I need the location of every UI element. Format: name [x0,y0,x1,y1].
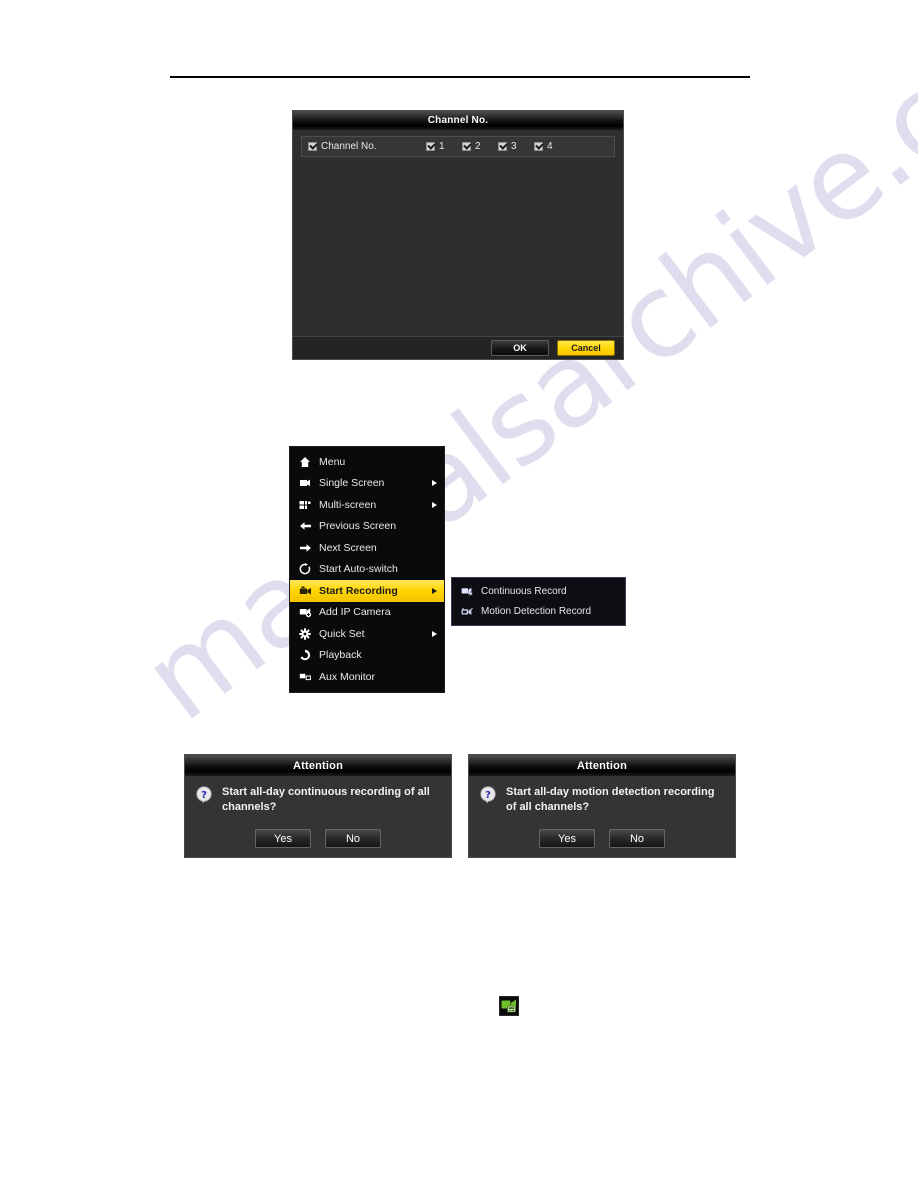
attention-buttons: Yes No [469,829,735,848]
attention-body: ? Start all-day motion detection recordi… [469,776,735,815]
attention-message: Start all-day continuous recording of al… [222,786,430,813]
attention-dialog-motion: Attention ? Start all-day motion detecti… [468,754,736,858]
submenu-item-label: Motion Detection Record [481,606,592,618]
menu-item-label: Previous Screen [319,520,397,533]
channel-label-1: 1 [439,140,445,152]
yes-button[interactable]: Yes [255,829,311,848]
home-icon [298,455,312,469]
menu-item-label: Single Screen [319,477,385,490]
checkbox-icon-3[interactable] [498,142,507,151]
channel-label-4: 4 [547,140,553,152]
submenu-item-continuous-record[interactable]: Continuous Record [452,581,625,602]
menu-item-add-ip-camera[interactable]: Add IP Camera [290,602,444,624]
attention-message: Start all-day motion detection recording… [506,786,715,813]
channel-checkbox-item-3[interactable]: 3 [498,140,534,152]
refresh-icon [298,562,312,576]
menu-item-label: Start Recording [319,584,398,597]
submenu-item-motion-detection-record[interactable]: Motion Detection Record [452,602,625,623]
menu-item-next-screen[interactable]: Next Screen [290,537,444,559]
channel-checkbox-item-4[interactable]: 4 [534,140,570,152]
channel-all-checkbox-item[interactable]: Channel No. [308,140,426,152]
channel-all-label: Channel No. [321,140,377,152]
multi-screen-icon [298,498,312,512]
menu-item-label: Quick Set [319,627,365,640]
menu-item-label: Aux Monitor [319,670,376,683]
menu-item-start-recording[interactable]: Start Recording [290,580,444,602]
arrow-right-icon [298,541,312,555]
menu-item-start-auto-switch[interactable]: Start Auto-switch [290,559,444,581]
channel-checkbox-item-1[interactable]: 1 [426,140,462,152]
channel-label-2: 2 [475,140,481,152]
gear-icon [298,627,312,641]
submenu-item-label: Continuous Record [481,585,567,597]
question-icon: ? [195,786,214,805]
camcorder-icon [298,584,312,598]
attention-buttons: Yes No [185,829,451,848]
ok-button[interactable]: OK [491,340,549,356]
no-button[interactable]: No [609,829,665,848]
attention-title: Attention [469,755,735,776]
playback-icon [298,648,312,662]
menu-item-label: Next Screen [319,541,377,554]
checkbox-icon-2[interactable] [462,142,471,151]
chevron-right-icon [432,480,437,487]
cancel-button[interactable]: Cancel [557,340,615,356]
menu-item-previous-screen[interactable]: Previous Screen [290,516,444,538]
header-divider [170,76,750,78]
start-recording-submenu: Continuous Record Motion Detection Recor… [451,577,626,626]
channel-selection-row: Channel No. 1 2 3 4 [301,136,615,157]
chevron-right-icon [432,630,437,637]
menu-item-aux-monitor[interactable]: Aux Monitor [290,666,444,688]
no-button[interactable]: No [325,829,381,848]
chevron-right-icon [432,587,437,594]
svg-text:?: ? [485,790,491,801]
checkbox-icon-4[interactable] [534,142,543,151]
yes-button[interactable]: Yes [539,829,595,848]
attention-title: Attention [185,755,451,776]
chevron-right-icon [432,501,437,508]
menu-item-label: Playback [319,649,362,662]
single-screen-icon [298,476,312,490]
question-icon: ? [479,786,498,805]
arrow-left-icon [298,519,312,533]
attention-dialog-continuous: Attention ? Start all-day continuous rec… [184,754,452,858]
continuous-record-icon [460,584,474,598]
channel-no-dialog: Channel No. Channel No. 1 2 3 4 OK Cance… [292,110,624,360]
menu-item-label: Start Auto-switch [319,563,398,576]
svg-text:?: ? [201,790,207,801]
channel-label-3: 3 [511,140,517,152]
channel-dialog-body: Channel No. 1 2 3 4 [293,130,623,336]
menu-item-label: Add IP Camera [319,606,391,619]
channel-checkbox-item-2[interactable]: 2 [462,140,498,152]
attention-body: ? Start all-day continuous recording of … [185,776,451,815]
menu-item-multi-screen[interactable]: Multi-screen [290,494,444,516]
checkbox-icon-all[interactable] [308,142,317,151]
menu-item-single-screen[interactable]: Single Screen [290,473,444,495]
menu-item-label: Menu [319,455,346,468]
channel-dialog-footer: OK Cancel [293,336,623,359]
checkbox-icon-1[interactable] [426,142,435,151]
menu-item-menu[interactable]: Menu [290,451,444,473]
right-click-context-menu: Menu Single Screen Multi-screen Previous… [289,446,445,693]
monitor-icon [298,670,312,684]
menu-item-quick-set[interactable]: Quick Set [290,623,444,645]
motion-record-icon [460,605,474,619]
record-status-icon [499,996,519,1016]
menu-item-playback[interactable]: Playback [290,645,444,667]
camera-plus-icon [298,605,312,619]
menu-item-label: Multi-screen [319,498,377,511]
channel-dialog-title: Channel No. [293,111,623,130]
